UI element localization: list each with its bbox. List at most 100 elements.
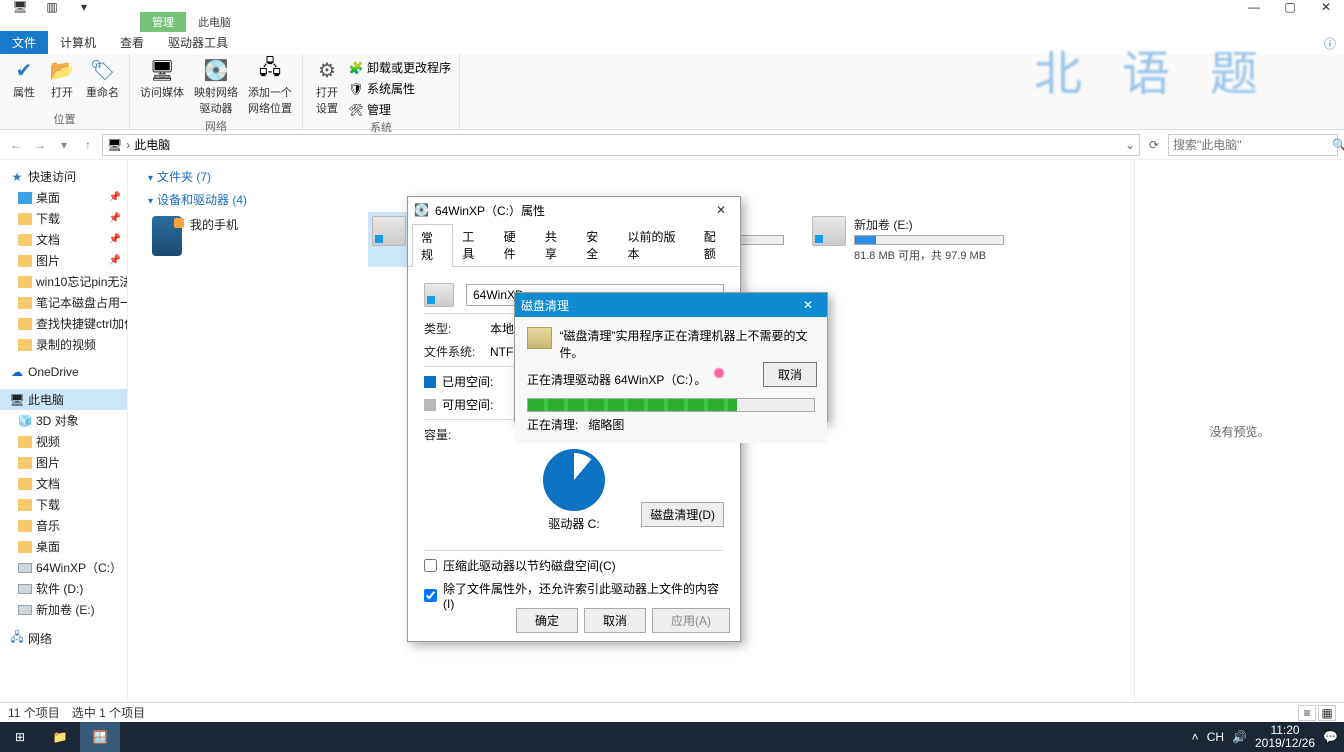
ribbon-add-network-location[interactable]: 🖧添加一个 网络位置 [244,56,296,118]
nav-back-button[interactable]: ← [6,135,26,155]
preview-pane: 没有预览。 [1134,160,1344,702]
tab-previous[interactable]: 以前的版本 [618,223,694,266]
ime-indicator[interactable]: CH [1207,730,1224,744]
section-folders[interactable]: 文件夹 (7) [140,166,1122,189]
ribbon-manage[interactable]: 🛠管理 [347,100,453,119]
ribbon-tab-drivetools[interactable]: 驱动器工具 [156,31,240,54]
status-bar: 11 个项目 选中 1 个项目 ≡ ▦ [0,702,1344,722]
nav-pc-drive-c[interactable]: 64WinXP（C:） [0,557,127,578]
nav-forward-button[interactable]: → [30,135,50,155]
ribbon-tabs: 文件 计算机 查看 驱动器工具 ⓘ [0,32,1344,54]
ribbon-tab-file[interactable]: 文件 [0,31,48,54]
drive-icon: 💽 [414,203,429,217]
nav-onedrive[interactable]: ☁OneDrive [0,363,127,381]
ribbon-open[interactable]: 📂打开 [44,56,80,102]
properties-close-button[interactable]: ✕ [708,203,734,217]
tab-manage[interactable]: 管理 [140,12,186,32]
refresh-button[interactable]: ⟳ [1144,138,1164,152]
cleanup-close-button[interactable]: ✕ [795,298,821,312]
compress-checkbox[interactable]: 压缩此驱动器以节约磁盘空间(C) [424,557,724,574]
close-button[interactable]: ✕ [1308,0,1344,14]
nav-up-button[interactable]: ↑ [78,135,98,155]
ok-button[interactable]: 确定 [516,608,578,633]
nav-quick-desktop[interactable]: 桌面📌 [0,187,127,208]
qat-dd-icon[interactable]: ▾ [70,0,98,14]
nav-pc-drive-e[interactable]: 新加卷 (E:) [0,599,127,620]
tab-general[interactable]: 常规 [412,224,453,267]
ribbon-rename[interactable]: 🏷重命名 [82,56,123,102]
ribbon-map-network[interactable]: 💽映射网络 驱动器 [190,56,242,118]
nav-this-pc[interactable]: 🖥此电脑 [0,389,127,410]
address-dropdown-icon[interactable]: ⌄ [1125,138,1135,152]
nav-pc-music[interactable]: 音乐 [0,515,127,536]
ribbon-tab-view[interactable]: 查看 [108,31,156,54]
taskbar-clock[interactable]: 11:20 2019/12/26 [1255,724,1315,750]
taskbar-explorer[interactable]: 📁 [40,722,80,752]
tab-security[interactable]: 安全 [577,223,618,266]
cleanup-message: “磁盘清理”实用程序正在清理机器上不需要的文件。 [560,327,815,361]
ribbon-system-properties[interactable]: 🛡系统属性 [347,79,453,98]
view-tiles-button[interactable]: ▦ [1318,705,1336,721]
view-details-button[interactable]: ≡ [1298,705,1316,721]
tray-volume-icon[interactable]: 🔊 [1232,730,1247,744]
cleanup-titlebar[interactable]: 磁盘清理 ✕ [515,293,827,317]
tab-sharing[interactable]: 共享 [536,223,577,266]
ribbon-group-location: 位置 [6,111,123,127]
cleanup-cancel-button[interactable]: 取消 [763,362,817,387]
nav-quick-downloads[interactable]: 下载📌 [0,208,127,229]
nav-quick-documents[interactable]: 文档📌 [0,229,127,250]
notifications-icon[interactable]: 💬 [1323,730,1338,744]
ribbon-properties[interactable]: ✔属性 [6,56,42,102]
drive-e[interactable]: 新加卷 (E:) 81.8 MB 可用，共 97.9 MB [808,212,1008,267]
taskbar-app[interactable]: 🪟 [80,722,120,752]
disk-cleanup-button[interactable]: 磁盘清理(D) [641,502,724,527]
search-icon[interactable]: 🔍 [1332,138,1344,152]
nav-quick-item[interactable]: 笔记本磁盘占用一直 [0,292,127,313]
nav-pc-documents[interactable]: 文档 [0,473,127,494]
index-checkbox[interactable]: 除了文件属性外，还允许索引此驱动器上文件的内容(I) [424,580,724,611]
nav-quick-item[interactable]: 录制的视频 [0,334,127,355]
search-input[interactable] [1173,138,1328,152]
nav-quick-item[interactable]: 查找快捷键ctrl加什 [0,313,127,334]
nav-pc-downloads[interactable]: 下载 [0,494,127,515]
search-box[interactable]: 🔍 [1168,134,1338,156]
ribbon-tab-computer[interactable]: 计算机 [48,31,108,54]
apply-button[interactable]: 应用(A) [652,608,730,633]
address-row: ← → ▾ ↑ 🖥 › 此电脑 ⌄ ⟳ 🔍 [0,130,1344,160]
drive-icon [424,283,454,307]
start-button[interactable]: ⊞ [0,722,40,752]
nav-quick-pictures[interactable]: 图片📌 [0,250,127,271]
tab-tools[interactable]: 工具 [453,223,494,266]
breadcrumb[interactable]: 此电脑 [134,136,170,153]
ribbon-open-settings[interactable]: ⚙打开 设置 [309,56,345,119]
properties-titlebar[interactable]: 💽 64WinXP（C:）属性 ✕ [408,197,740,223]
nav-quick-item[interactable]: win10忘记pin无法打 [0,271,127,292]
status-selected-count: 选中 1 个项目 [72,704,145,721]
capacity-bar [854,235,1004,245]
tray-up-icon[interactable]: ˄ [1192,730,1199,744]
preview-empty-text: 没有预览。 [1209,423,1269,440]
tab-quota[interactable]: 配额 [695,223,736,266]
nav-history-button[interactable]: ▾ [54,135,74,155]
drive-icon [812,216,846,246]
address-bar[interactable]: 🖥 › 此电脑 ⌄ [102,134,1140,156]
nav-pc-pictures[interactable]: 图片 [0,452,127,473]
nav-pc-desktop[interactable]: 桌面 [0,536,127,557]
status-item-count: 11 个项目 [8,704,60,721]
cleanup-icon [527,327,552,349]
device-phone[interactable]: 我的手机 [148,212,348,267]
cancel-button[interactable]: 取消 [584,608,646,633]
maximize-button[interactable]: ▢ [1272,0,1308,14]
nav-pc-videos[interactable]: 视频 [0,431,127,452]
ribbon: ✔属性 📂打开 🏷重命名 位置 🖥访问媒体 💽映射网络 驱动器 🖧添加一个 网络… [0,54,1344,130]
nav-network[interactable]: 🖧网络 [0,628,127,649]
nav-pc-drive-d[interactable]: 软件 (D:) [0,578,127,599]
ribbon-access-media[interactable]: 🖥访问媒体 [136,56,188,118]
nav-quick-access[interactable]: ★快速访问 [0,166,127,187]
nav-pc-3dobjects[interactable]: 🧊3D 对象 [0,410,127,431]
tab-hardware[interactable]: 硬件 [495,223,536,266]
ribbon-uninstall[interactable]: 🧩卸载或更改程序 [347,58,453,77]
help-icon[interactable]: ⓘ [1316,33,1344,54]
minimize-button[interactable]: — [1236,0,1272,14]
qat-props-icon[interactable]: ▥ [38,0,66,14]
